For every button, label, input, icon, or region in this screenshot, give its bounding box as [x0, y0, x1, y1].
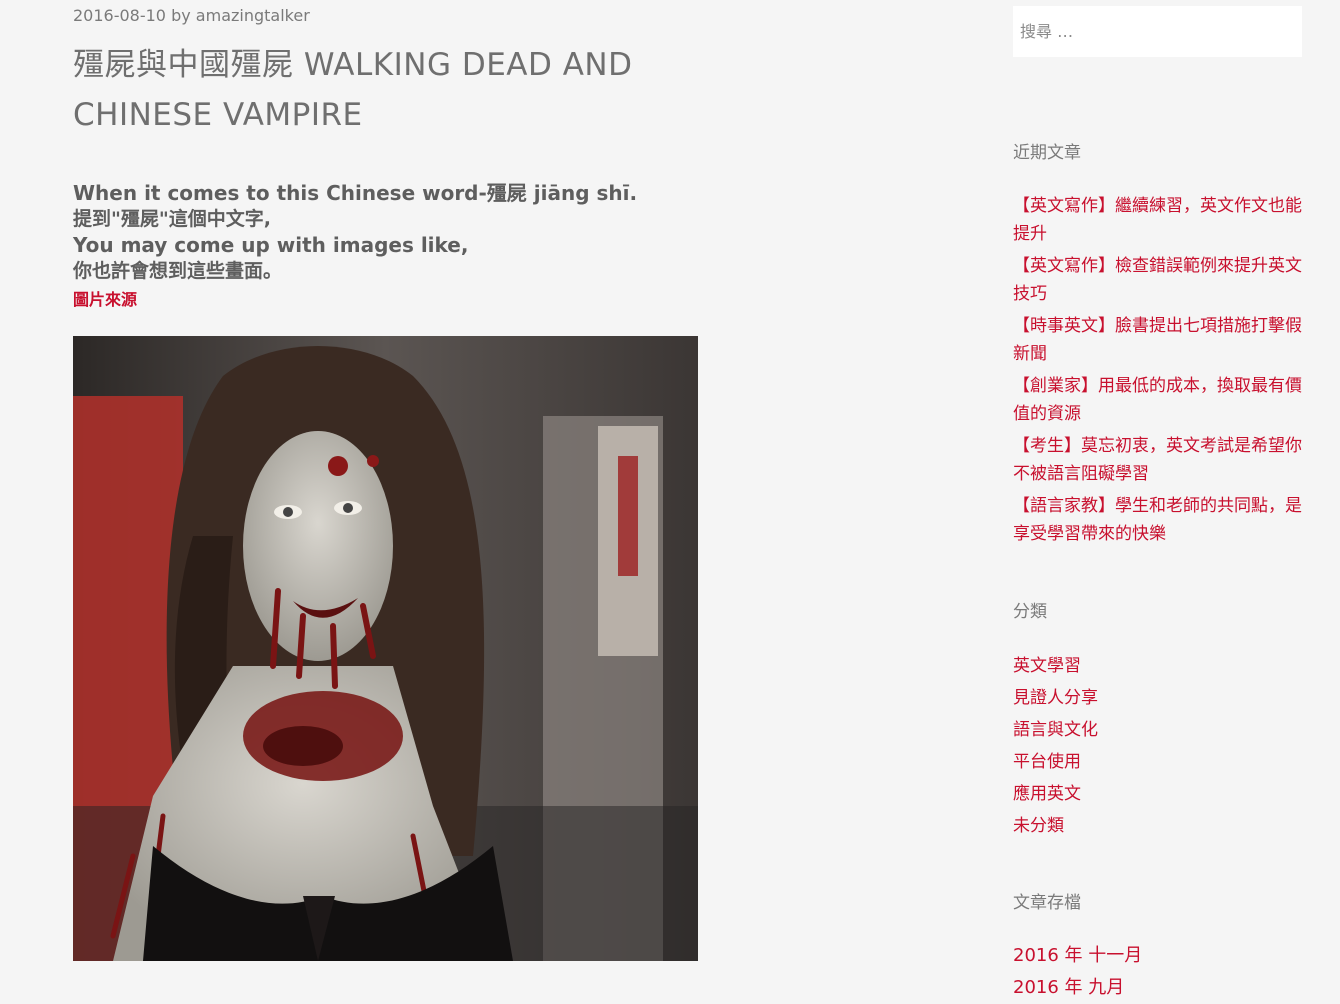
category-item: 平台使用 [1013, 746, 1313, 778]
intro-line: When it comes to this Chinese word-殭屍 ji… [73, 181, 638, 205]
archive-item: 2016 年 十一月 [1013, 940, 1313, 972]
post-date-link[interactable]: 2016-08-10 [73, 6, 166, 25]
recent-post-link[interactable]: 【創業家】用最低的成本，換取最有價值的資源 [1013, 376, 1302, 424]
recent-post-item: 【考生】莫忘初衷，英文考試是希望你不被語言阻礙學習 [1013, 432, 1313, 488]
archives-title: 文章存檔 [1013, 893, 1081, 913]
recent-post-item: 【創業家】用最低的成本，換取最有價值的資源 [1013, 372, 1313, 428]
recent-post-link[interactable]: 【語言家教】學生和老師的共同點，是享受學習帶來的快樂 [1013, 496, 1302, 544]
category-link[interactable]: 語言與文化 [1013, 720, 1098, 740]
post-meta: 2016-08-10 by amazingtalker [73, 6, 310, 25]
recent-post-item: 【英文寫作】繼續練習，英文作文也能提升 [1013, 192, 1313, 248]
category-item: 英文學習 [1013, 650, 1313, 682]
category-item: 應用英文 [1013, 778, 1313, 810]
intro-line: You may come up with images like, [73, 233, 469, 257]
zombie-photo-illustration [73, 336, 698, 961]
categories-list: 英文學習 見證人分享 語言與文化 平台使用 應用英文 未分類 [1013, 650, 1313, 842]
recent-post-link[interactable]: 【英文寫作】繼續練習，英文作文也能提升 [1013, 196, 1302, 244]
recent-post-link[interactable]: 【時事英文】臉書提出七項措施打擊假新聞 [1013, 316, 1302, 364]
archives-list: 2016 年 十一月 2016 年 九月 [1013, 940, 1313, 1004]
post-by-label: by [171, 6, 191, 25]
category-link[interactable]: 英文學習 [1013, 656, 1081, 676]
archive-link[interactable]: 2016 年 九月 [1013, 977, 1124, 998]
recent-post-item: 【時事英文】臉書提出七項措施打擊假新聞 [1013, 312, 1313, 368]
category-link[interactable]: 平台使用 [1013, 752, 1081, 772]
recent-posts-title: 近期文章 [1013, 143, 1081, 163]
category-item: 未分類 [1013, 810, 1313, 842]
archive-item: 2016 年 九月 [1013, 972, 1313, 1004]
recent-post-link[interactable]: 【考生】莫忘初衷，英文考試是希望你不被語言阻礙學習 [1013, 436, 1302, 484]
category-item: 語言與文化 [1013, 714, 1313, 746]
post-title: 殭屍與中國殭屍 WALKING DEAD AND CHINESE VAMPIRE [73, 47, 633, 133]
image-source-link[interactable]: 圖片來源 [73, 286, 713, 310]
archive-link[interactable]: 2016 年 十一月 [1013, 945, 1142, 966]
categories-title: 分類 [1013, 602, 1047, 622]
recent-posts-list: 【英文寫作】繼續練習，英文作文也能提升 【英文寫作】檢查錯誤範例來提升英文技巧 … [1013, 192, 1313, 552]
recent-post-item: 【英文寫作】檢查錯誤範例來提升英文技巧 [1013, 252, 1313, 308]
recent-post-item: 【語言家教】學生和老師的共同點，是享受學習帶來的快樂 [1013, 492, 1313, 548]
post-intro: When it comes to this Chinese word-殭屍 ji… [73, 180, 713, 310]
post-author-link[interactable]: amazingtalker [196, 6, 310, 25]
category-link[interactable]: 見證人分享 [1013, 688, 1098, 708]
zombie-photo [73, 336, 698, 961]
intro-line: 提到"殭屍"這個中文字, [73, 208, 272, 230]
category-link[interactable]: 應用英文 [1013, 784, 1081, 804]
intro-line: 你也許會想到這些畫面。 [73, 260, 283, 282]
recent-post-link[interactable]: 【英文寫作】檢查錯誤範例來提升英文技巧 [1013, 256, 1302, 304]
search-input[interactable] [1013, 6, 1302, 57]
category-link[interactable]: 未分類 [1013, 816, 1064, 836]
category-item: 見證人分享 [1013, 682, 1313, 714]
